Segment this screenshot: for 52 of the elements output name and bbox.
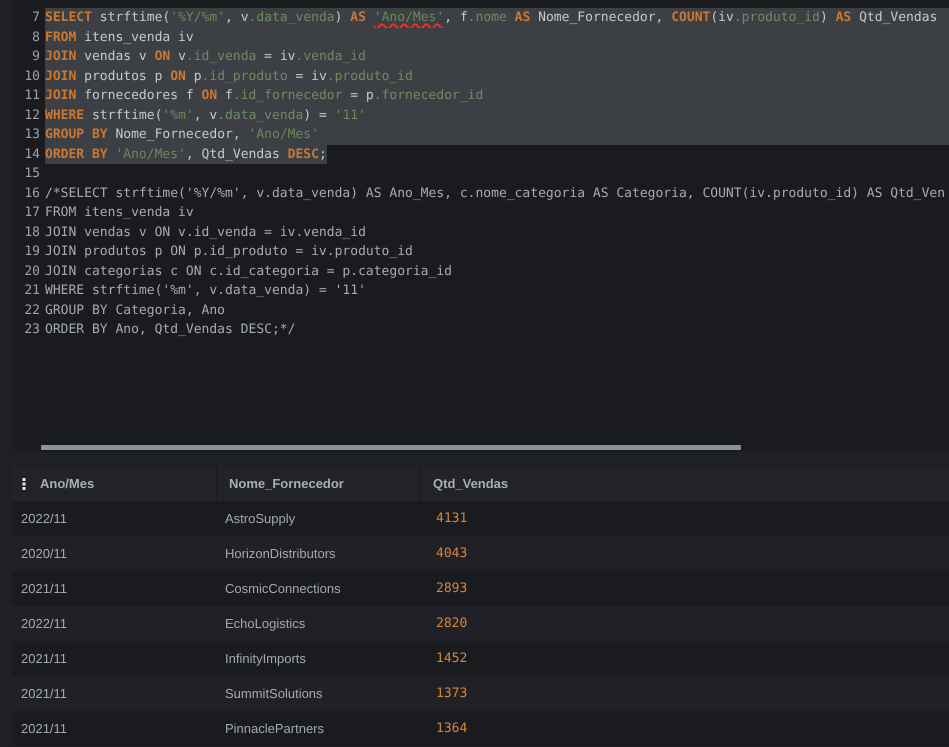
table-cell-text: EchoLogistics (224, 614, 306, 633)
table-cell-text: 2021/11 (20, 720, 68, 738)
line-number: 16 (23, 184, 40, 202)
table-cell-text: 2021/11 (20, 580, 68, 598)
line-number: 22 (23, 302, 40, 320)
table-cell-text: 2022/11 (20, 510, 68, 528)
table-cell-text: 1364 (435, 720, 468, 738)
line-number: 17 (23, 204, 40, 222)
table-cell-text: 2022/11 (20, 614, 68, 633)
line-number: 10 (23, 68, 40, 86)
table-cell-text: InfinityImports (224, 650, 307, 668)
table-cell-text: CosmicConnections (224, 580, 342, 598)
code-line: JOIN produtos p ON p.id_produto = iv.produto_id (45, 243, 413, 261)
line-number: 11 (23, 87, 40, 105)
line-number: 15 (23, 165, 40, 183)
line-number: 19 (23, 243, 40, 261)
code-line: WHERE strftime('%m', v.data_venda) = '11' (45, 282, 366, 300)
line-number: 18 (23, 224, 40, 242)
table-cell-text: 2021/11 (20, 684, 68, 703)
table-cell-text: AstroSupply (224, 510, 296, 528)
scrollbar-thumb[interactable] (41, 445, 741, 450)
table-cell-text: HorizonDistributors (224, 544, 337, 563)
code-editor[interactable] (12, 0, 949, 452)
column-header[interactable]: Qtd_Vendas (433, 474, 508, 494)
table-cell-text: 4131 (435, 510, 468, 528)
code-line: FROM itens_venda iv (45, 204, 194, 222)
table-cell-text: 2893 (435, 580, 468, 598)
code-line: JOIN vendas v ON v.id_venda = iv.venda_id (45, 224, 366, 242)
line-number: 21 (23, 282, 40, 300)
table-cell-text: PinnaclePartners (224, 720, 325, 738)
vertical-dots-icon[interactable] (22, 478, 26, 490)
line-number: 14 (23, 146, 40, 164)
line-number: 23 (23, 321, 40, 339)
table-cell-text: 1452 (435, 650, 468, 668)
code-line: ORDER BY Ano, Qtd_Vendas DESC;*/ (45, 321, 296, 339)
code-line: GROUP BY Categoria, Ano (45, 302, 226, 320)
line-number: 8 (31, 28, 40, 46)
line-number: 7 (31, 9, 40, 27)
line-number: 13 (23, 126, 40, 144)
column-header[interactable]: Nome_Fornecedor (229, 474, 344, 494)
line-number: 12 (23, 106, 40, 124)
table-cell-text: SummitSolutions (224, 684, 324, 703)
table-cell-text: 2021/11 (20, 650, 68, 668)
table-cell-text: 2820 (435, 614, 468, 633)
table-cell-text: 4043 (435, 544, 468, 563)
code-line: /*SELECT strftime('%Y/%m', v.data_venda) AS Ano_Mes, c.nome_categoria AS Categoria, COUNT(iv.produto_id) AS Qtd_Ven (45, 184, 946, 202)
line-number: 9 (31, 48, 40, 66)
column-header[interactable]: Ano/Mes (40, 474, 94, 494)
line-number: 20 (23, 262, 40, 280)
table-cell-text: 1373 (435, 684, 468, 703)
code-line: JOIN categorias c ON c.id_categoria = p.categoria_id (45, 262, 452, 280)
table-cell-text: 2020/11 (20, 544, 68, 563)
